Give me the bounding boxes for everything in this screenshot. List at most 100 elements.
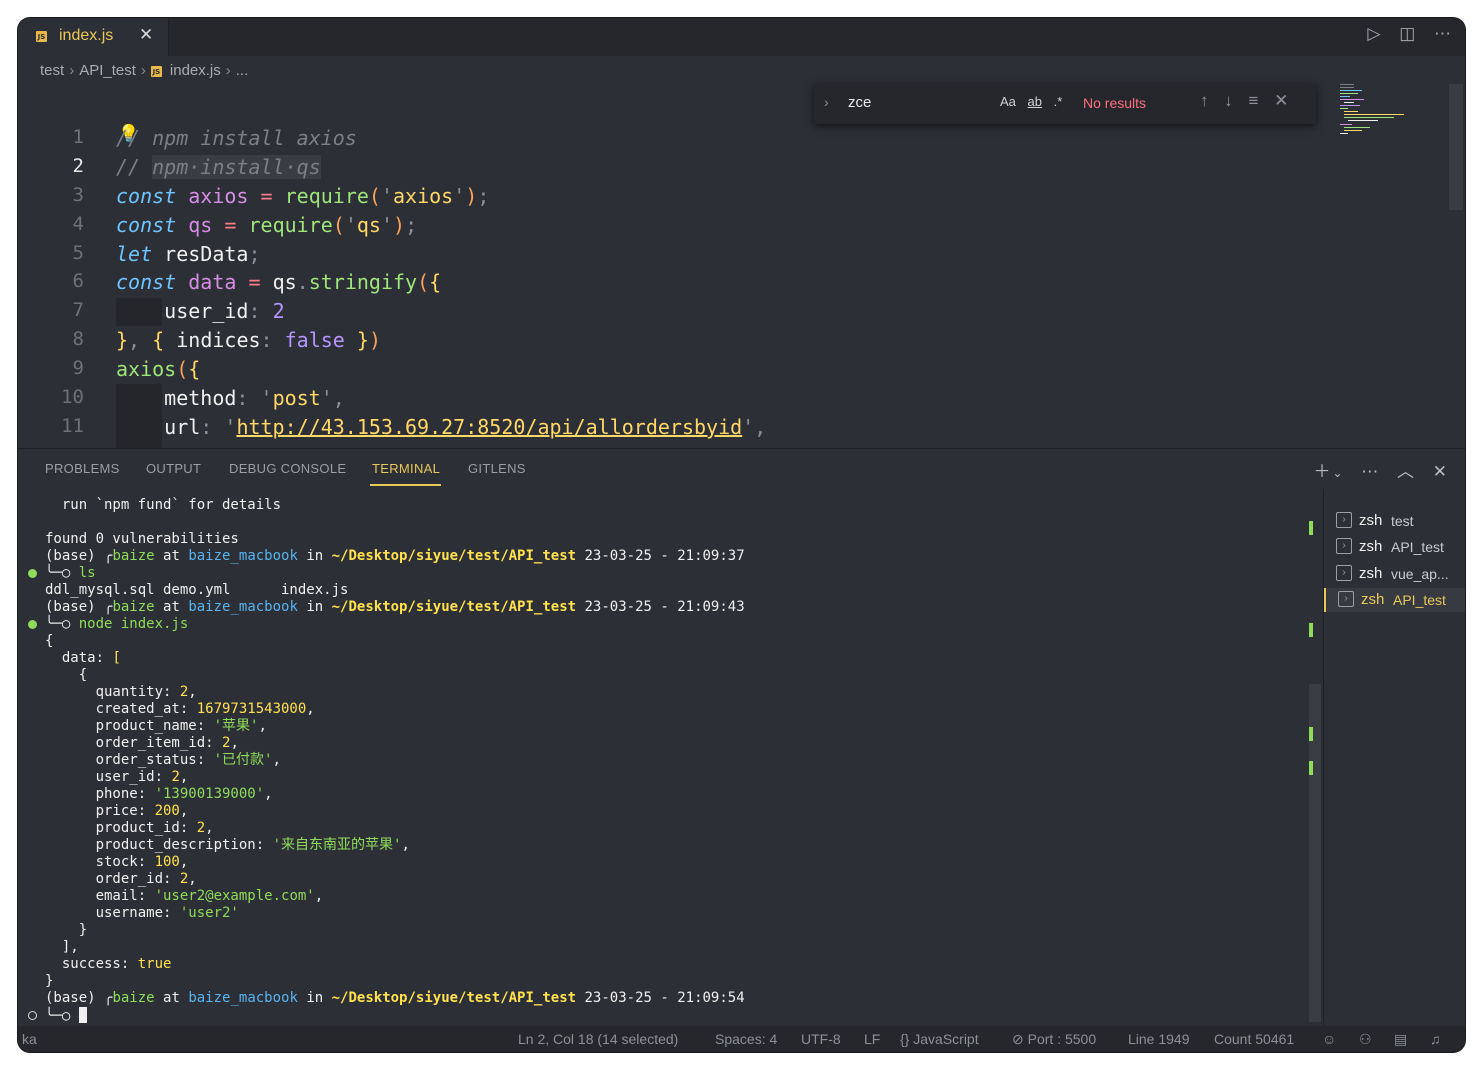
regex-toggle[interactable]: .*	[1054, 94, 1063, 109]
terminal-session-item[interactable]: › zsh test	[1324, 509, 1465, 533]
code-line: user_id: 2	[164, 299, 285, 323]
chevron-right-icon: ›	[225, 62, 231, 79]
terminal-prompt: (base) ╭baize at baize_macbook in ~/Desk…	[45, 599, 745, 616]
tab-index-js[interactable]: JS index.js ✕	[18, 18, 169, 56]
line-number: 7	[72, 299, 84, 321]
status-left: ka	[22, 1031, 37, 1047]
breadcrumb-item[interactable]: index.js	[170, 62, 221, 79]
bell-icon[interactable]: ♫	[1430, 1031, 1441, 1047]
terminal-text: (base) ╭baize at baize_macbook in ~/Desk…	[45, 599, 745, 615]
language-mode[interactable]: {} JavaScript	[900, 1031, 979, 1047]
tab-terminal[interactable]: TERMINAL	[372, 461, 440, 476]
minimap-line	[1340, 99, 1364, 100]
match-case-toggle[interactable]: Aa	[1000, 94, 1016, 109]
vscode-window: JS index.js ✕ ▷ ◫ ⋯ test › API_test › JS inde…	[18, 18, 1465, 1052]
status-bar: ka Ln 2, Col 18 (14 selected) Spaces: 4 …	[18, 1026, 1465, 1052]
end-of-line[interactable]: LF	[864, 1031, 880, 1047]
terminal-line: username: 'user2'	[45, 905, 239, 922]
run-icon[interactable]: ▷	[1367, 24, 1380, 44]
terminal-key: quantity:	[45, 684, 180, 700]
close-icon[interactable]: ✕	[1274, 91, 1288, 111]
terminal-input-line[interactable]: ╰─○	[45, 1007, 87, 1025]
breadcrumb-item[interactable]: ...	[236, 62, 249, 79]
terminal-value: 100	[154, 854, 180, 870]
minimap-line	[1340, 124, 1352, 125]
close-panel-icon[interactable]: ✕	[1433, 462, 1447, 482]
find-in-selection-icon[interactable]: ≡	[1248, 91, 1258, 111]
terminal-text: (base) ╭baize at baize_macbook in ~/Desk…	[45, 548, 745, 564]
encoding[interactable]: UTF-8	[801, 1031, 841, 1047]
more-icon[interactable]: ⋯	[1361, 462, 1378, 482]
session-name: API_test	[1391, 539, 1444, 555]
session-name: API_test	[1393, 592, 1446, 608]
js-file-icon: JS	[36, 31, 47, 42]
arrow-up-icon[interactable]: ↑	[1200, 91, 1209, 111]
maximize-panel-icon[interactable]: ︿	[1397, 457, 1414, 482]
session-shell: zsh	[1359, 538, 1383, 555]
terminal-session-item[interactable]: › zsh vue_ap...	[1324, 562, 1465, 586]
notifications-file-icon[interactable]: ▤	[1394, 1031, 1407, 1048]
code-line: const axios = require('axios');	[116, 184, 490, 208]
whole-word-toggle[interactable]: ab	[1028, 94, 1042, 109]
terminal-key: stock:	[45, 854, 155, 870]
indentation[interactable]: Spaces: 4	[715, 1031, 777, 1047]
terminal-line: }	[45, 922, 88, 938]
line-number: 2	[72, 155, 84, 177]
tab-bar: JS index.js ✕ ▷ ◫ ⋯	[18, 18, 1465, 56]
breadcrumb-item[interactable]: API_test	[79, 62, 136, 79]
braces-icon: {}	[900, 1031, 910, 1047]
port-label: Port : 5500	[1027, 1031, 1097, 1047]
split-editor-icon[interactable]: ◫	[1399, 24, 1415, 44]
terminal-line: order_id: 2,	[45, 871, 197, 887]
terminal-icon: ›	[1336, 538, 1352, 554]
terminal-session-item[interactable]: › zsh API_test	[1324, 535, 1465, 559]
command-success-dot	[28, 620, 37, 629]
editor-scrollbar[interactable]	[1449, 84, 1463, 210]
line-number: 1	[72, 126, 84, 148]
copilot-icon[interactable]: ☺	[1322, 1031, 1336, 1047]
accounts-icon[interactable]: ⚇	[1359, 1031, 1372, 1048]
more-icon[interactable]: ⋯	[1434, 24, 1451, 44]
terminal-line: product_id: 2,	[45, 820, 214, 836]
live-server-port[interactable]: ⊘ Port : 5500	[1012, 1031, 1096, 1048]
find-input[interactable]: zce	[848, 94, 871, 111]
line-number: 5	[72, 242, 84, 264]
new-terminal-icon[interactable]: ＋	[1313, 457, 1330, 482]
terminal-session-item[interactable]: › zsh API_test	[1324, 588, 1465, 612]
terminal-line: data: [	[45, 650, 121, 667]
tab-problems[interactable]: PROBLEMS	[45, 461, 120, 476]
chevron-down-icon[interactable]: ⌄	[1332, 466, 1342, 480]
code-editor[interactable]: 1 2 3 4 5 6 7 8 9 10 11 💡 // npm install…	[18, 118, 1465, 448]
terminal-line: quantity: 2,	[45, 684, 197, 700]
cursor-position[interactable]: Ln 2, Col 18 (14 selected)	[518, 1031, 678, 1047]
terminal-key: user_id:	[45, 769, 172, 785]
minimap-line	[1344, 114, 1404, 115]
find-options: Aa ab .*	[1000, 94, 1070, 109]
minimap-line	[1340, 87, 1354, 88]
line-number: 3	[72, 184, 84, 206]
terminal-line: run `npm fund` for details	[45, 497, 282, 513]
word-count[interactable]: Count 50461	[1214, 1031, 1294, 1047]
tab-label: index.js	[59, 27, 114, 44]
session-shell: zsh	[1359, 512, 1383, 529]
terminal[interactable]: run `npm fund` for details found 0 vulne…	[18, 489, 1308, 1027]
arrow-down-icon[interactable]: ↓	[1224, 91, 1233, 111]
line-count[interactable]: Line 1949	[1128, 1031, 1190, 1047]
terminal-key: username:	[45, 905, 180, 921]
terminal-value: 2	[196, 820, 206, 836]
tab-gitlens[interactable]: GITLENS	[468, 461, 526, 476]
terminal-line: {	[45, 633, 54, 649]
breadcrumb-item[interactable]: test	[40, 62, 64, 79]
tab-debug-console[interactable]: DEBUG CONSOLE	[229, 461, 346, 476]
close-tab-icon[interactable]: ✕	[139, 25, 153, 45]
terminal-prompt: (base) ╭baize at baize_macbook in ~/Desk…	[45, 990, 745, 1007]
chevron-right-icon[interactable]: ›	[824, 94, 829, 110]
line-number: 8	[72, 328, 84, 350]
minimap[interactable]	[1340, 84, 1410, 144]
tab-output[interactable]: OUTPUT	[146, 461, 201, 476]
terminal-key: created_at:	[45, 701, 197, 717]
terminal-key: product_name:	[45, 718, 214, 734]
terminal-line: created_at: 1679731543000,	[45, 701, 315, 717]
find-widget: › zce Aa ab .* No results ↑ ↓ ≡ ✕	[814, 84, 1316, 124]
command-success-dot	[28, 569, 37, 578]
